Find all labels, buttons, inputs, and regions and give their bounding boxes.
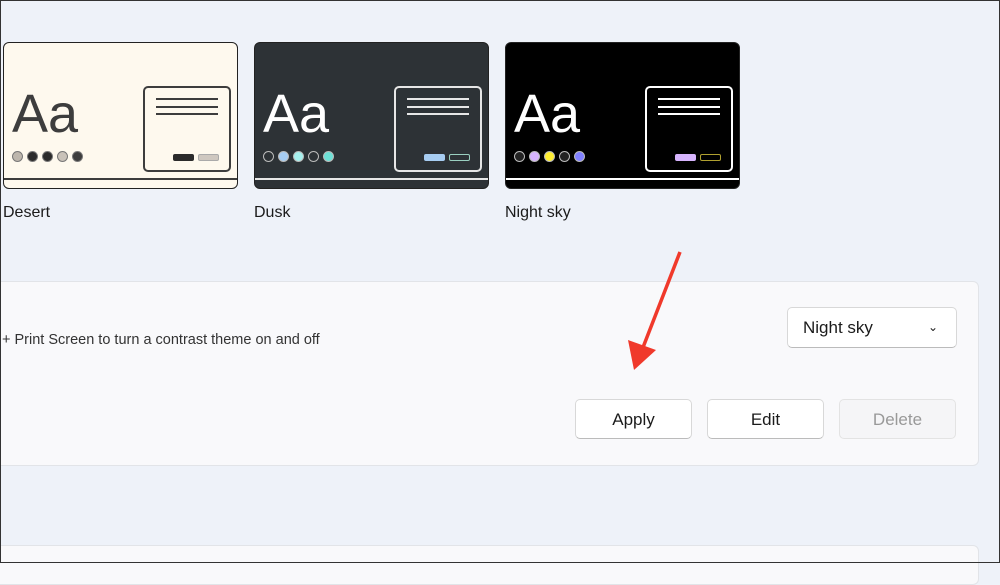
annotation-arrow bbox=[628, 251, 682, 370]
